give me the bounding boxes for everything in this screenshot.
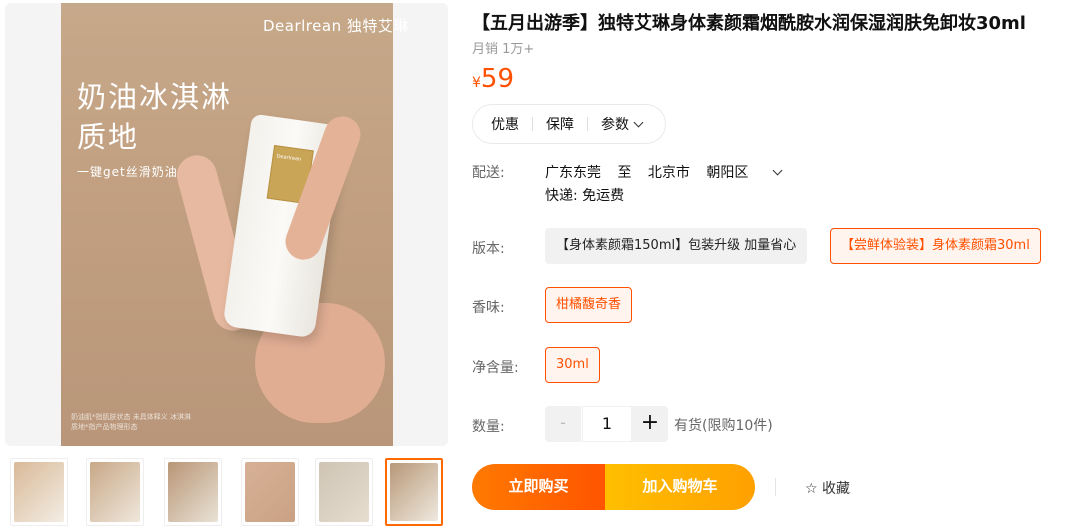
thumbnail-image xyxy=(319,462,369,522)
buy-now-button[interactable]: 立即购买 xyxy=(472,464,605,510)
shipping-origin: 广东东莞 xyxy=(545,165,601,181)
shipping-city[interactable]: 北京市 xyxy=(648,165,690,181)
thumbnail-image xyxy=(390,463,438,521)
version-option-150ml[interactable]: 【身体素颜霜150ml】包装升级 加量省心 xyxy=(545,228,808,264)
currency-symbol: ¥ xyxy=(472,75,481,91)
tab-discount[interactable]: 优惠 xyxy=(491,114,532,134)
shipping-district-select[interactable]: 朝阳区 xyxy=(706,165,793,181)
thumbnail-image xyxy=(245,462,295,522)
scent-option[interactable]: 柑橘馥奇香 xyxy=(545,287,633,323)
shipping-label: 配送: xyxy=(472,165,505,181)
promo-title-line2: 质地 xyxy=(77,120,140,154)
version-option-30ml[interactable]: 【尝鲜体验装】身体素颜霜30ml xyxy=(830,228,1041,264)
promo-footnote: 奶油肌*指肌肤状态 未具体释义 冰淇淋质地*指产品物理形态 xyxy=(71,413,191,431)
volume-label: 净含量: xyxy=(472,360,519,376)
brand-watermark: Dearlrean 独特艾琳 xyxy=(263,17,409,35)
thumbnail-image xyxy=(90,462,140,522)
stock-status: 有货(限购10件) xyxy=(674,418,773,434)
main-product-image[interactable]: Dearlrean 独特艾琳 奶油冰淇淋 质地 一键get丝滑奶油肌* Dear… xyxy=(5,3,448,446)
tab-params-label: 参数 xyxy=(601,117,629,133)
scent-label: 香味: xyxy=(472,300,505,316)
tab-guarantee[interactable]: 保障 xyxy=(546,114,587,134)
thumbnail-image xyxy=(14,462,64,522)
thumbnail-strip xyxy=(10,458,453,526)
add-to-cart-button[interactable]: 加入购物车 xyxy=(605,464,755,510)
quantity-decrease-button[interactable]: - xyxy=(545,406,581,442)
promo-title: 奶油冰淇淋 质地 xyxy=(77,77,232,157)
quantity-increase-button[interactable]: + xyxy=(632,406,668,442)
chevron-down-icon xyxy=(772,165,783,176)
price-value: 59 xyxy=(480,64,515,94)
product-title: 【五月出游季】独特艾琳身体素颜霜烟酰胺水润保湿润肤免卸妆30ml xyxy=(472,13,1026,34)
shipping-route: 广东东莞 至 北京市 朝阳区 xyxy=(545,162,805,182)
product-thumbnail[interactable] xyxy=(385,458,443,526)
quantity-label: 数量: xyxy=(472,419,505,435)
quantity-input[interactable]: 1 xyxy=(582,406,632,442)
version-label: 版本: xyxy=(472,241,505,257)
tab-divider xyxy=(587,117,588,131)
monthly-sales: 月销 1万+ xyxy=(472,42,535,57)
product-thumbnail[interactable] xyxy=(164,458,222,526)
product-thumbnail[interactable] xyxy=(315,458,373,526)
volume-option[interactable]: 30ml xyxy=(545,347,600,383)
product-thumbnail[interactable] xyxy=(10,458,68,526)
shipping-express: 快递: 免运费 xyxy=(545,188,625,204)
promo-title-line1: 奶油冰淇淋 xyxy=(77,80,233,114)
chevron-down-icon xyxy=(633,117,644,128)
shipping-district: 朝阳区 xyxy=(706,165,749,181)
thumbnail-image xyxy=(168,462,218,522)
price: ¥59 xyxy=(472,64,514,94)
tab-params[interactable]: 参数 xyxy=(601,114,655,134)
product-thumbnail[interactable] xyxy=(86,458,144,526)
product-thumbnail[interactable] xyxy=(241,458,299,526)
action-divider xyxy=(775,478,776,496)
shipping-to-word: 至 xyxy=(617,165,632,181)
tab-divider xyxy=(532,117,533,131)
favorite-button[interactable]: ☆ 收藏 xyxy=(805,478,850,498)
info-tabs: 优惠 保障 参数 xyxy=(472,104,666,144)
